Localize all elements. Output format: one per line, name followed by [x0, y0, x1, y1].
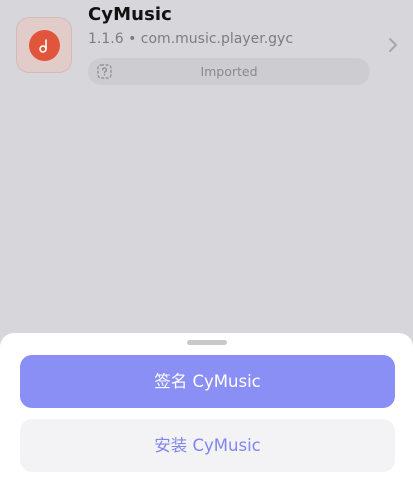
status-text: Imported	[200, 64, 258, 79]
app-icon	[16, 17, 72, 73]
bottom-sheet: 签名 CyMusic 安装 CyMusic	[0, 333, 413, 496]
chevron-right-icon[interactable]	[386, 36, 400, 54]
app-name: CyMusic	[88, 4, 172, 25]
sheet-grabber[interactable]	[187, 340, 227, 345]
app-row[interactable]: CyMusic 1.1.6 • com.music.player.gyc Imp…	[0, 0, 413, 100]
music-note-icon	[29, 30, 60, 61]
status-badge: Imported	[88, 58, 370, 85]
app-version: 1.1.6	[88, 31, 124, 47]
sign-app-button[interactable]: 签名 CyMusic	[20, 355, 395, 408]
meta-separator: •	[128, 31, 137, 47]
app-meta: 1.1.6 • com.music.player.gyc	[88, 31, 293, 47]
install-app-button[interactable]: 安装 CyMusic	[20, 419, 395, 472]
app-bundle-id: com.music.player.gyc	[140, 31, 294, 47]
